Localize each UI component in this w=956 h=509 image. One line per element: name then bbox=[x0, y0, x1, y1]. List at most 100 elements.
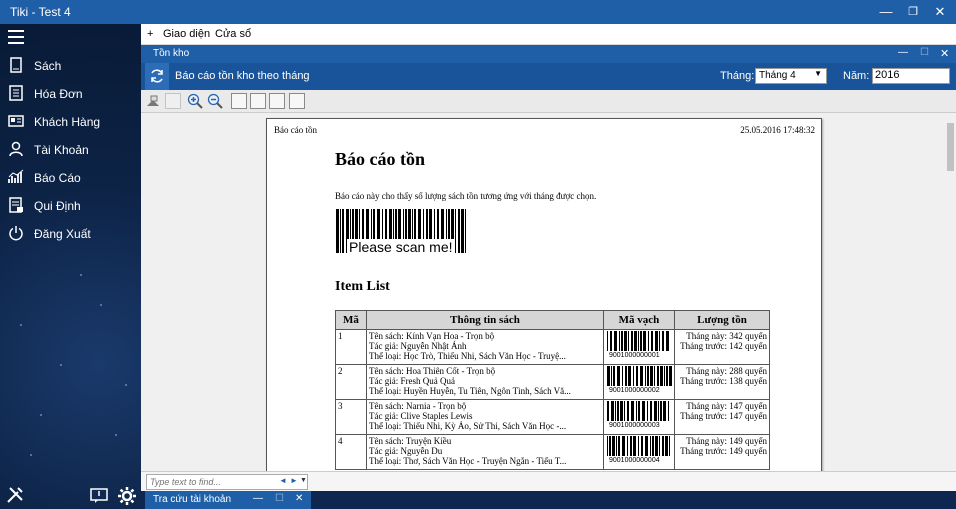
cell-thong-tin: Tên sách: Truyện Kiều Tác giả: Nguyễn Du T… bbox=[366, 434, 604, 470]
sidebar-item-hoa-don[interactable]: Hóa Đơn bbox=[0, 81, 141, 107]
table-row: 2 Tên sách: Hoa Thiên Cốt - Trọn bộ Tác g… bbox=[335, 364, 770, 400]
row-barcode: 9001000000003 bbox=[606, 401, 672, 431]
cell-thong-tin: Tên sách: Narnia - Trọn bộ Tác giả: Clive… bbox=[366, 399, 604, 435]
report-viewer[interactable]: Báo cáo tồn 25.05.2016 17:48:32 Báo cáo … bbox=[141, 113, 945, 471]
sidebar-item-label: Sách bbox=[34, 59, 62, 73]
scrollbar-thumb[interactable] bbox=[947, 123, 954, 171]
feedback-icon[interactable] bbox=[90, 488, 108, 504]
table-header-row: Mã Thông tin sách Mã vạch Lượng tồn bbox=[335, 310, 770, 330]
table-row: 3 Tên sách: Narnia - Trọn bộ Tác giả: Cli… bbox=[335, 399, 770, 435]
tools-icon[interactable] bbox=[6, 486, 24, 504]
find-options-icon[interactable]: ▼ bbox=[300, 477, 307, 484]
book-author: Tác giả: Clive Staples Lewis bbox=[369, 411, 473, 421]
sidebar-item-bao-cao[interactable]: Báo Cáo bbox=[0, 165, 141, 191]
zoom-in-icon[interactable] bbox=[187, 93, 203, 109]
cell-ma: 3 bbox=[335, 399, 367, 435]
cell-ma-vach: 9001000000003 bbox=[603, 399, 675, 435]
barcode-number: 9001000000003 bbox=[609, 422, 660, 429]
report-toolbar bbox=[141, 90, 956, 113]
barcode-number: 9001000000004 bbox=[609, 457, 660, 464]
export-icon[interactable] bbox=[165, 93, 181, 109]
gear-icon[interactable] bbox=[117, 486, 137, 506]
two-page-view-icon[interactable] bbox=[269, 93, 285, 109]
menu-add[interactable]: + bbox=[147, 28, 153, 40]
column-header-ma: Mã bbox=[335, 310, 367, 330]
sidebar-item-label: Đăng Xuất bbox=[34, 227, 91, 241]
sidebar-item-qui-dinh[interactable]: Qui Định bbox=[0, 193, 141, 219]
book-author: Tác giả: Nguyễn Nhật Ánh bbox=[369, 341, 467, 351]
stock-last-month: Tháng trước: 138 quyển bbox=[680, 376, 767, 386]
find-next-icon[interactable]: ► bbox=[290, 476, 298, 485]
document-window-titlebar: Tồn kho — ☐ ✕ bbox=[141, 45, 956, 63]
cell-ma-vach: 9001000000001 bbox=[603, 329, 675, 365]
cell-luong-ton: Tháng này: 342 quyển Tháng trước: 142 quy… bbox=[674, 329, 770, 365]
doc-close-button[interactable]: ✕ bbox=[940, 47, 949, 60]
refresh-icon bbox=[151, 69, 163, 83]
stock-last-month: Tháng trước: 142 quyển bbox=[680, 341, 767, 351]
id-card-icon bbox=[8, 115, 24, 127]
hamburger-menu-icon[interactable] bbox=[8, 30, 24, 44]
month-label: Tháng: bbox=[720, 70, 755, 82]
find-box: ◄ ► ▼ bbox=[146, 474, 308, 490]
tab-restore-button[interactable]: ☐ bbox=[275, 493, 284, 504]
report-ribbon: Báo cáo tồn kho theo tháng Tháng: Tháng … bbox=[141, 63, 956, 90]
chevron-down-icon: ▼ bbox=[814, 69, 822, 78]
cell-luong-ton: Tháng này: 149 quyển Tháng trước: 149 quy… bbox=[674, 434, 770, 470]
stock-last-month: Tháng trước: 147 quyển bbox=[680, 411, 767, 421]
cell-thong-tin: Tên sách: Hoa Thiên Cốt - Trọn bộ Tác giả… bbox=[366, 364, 604, 400]
page-header-timestamp: 25.05.2016 17:48:32 bbox=[740, 125, 815, 135]
print-icon[interactable] bbox=[145, 94, 161, 108]
barcode-caption: Please scan me! bbox=[347, 239, 455, 255]
book-name: Tên sách: Truyện Kiều bbox=[369, 436, 452, 446]
item-list-heading: Item List bbox=[335, 279, 390, 294]
barcode-number: 9001000000002 bbox=[609, 387, 660, 394]
chart-icon bbox=[8, 169, 24, 183]
fit-page-view-icon[interactable] bbox=[289, 93, 305, 109]
book-name: Tên sách: Hoa Thiên Cốt - Trọn bộ bbox=[369, 366, 496, 376]
cell-ma-vach: 9001000000002 bbox=[603, 364, 675, 400]
book-name: Tên sách: Kính Vạn Hoa - Trọn bộ bbox=[369, 331, 495, 341]
month-select[interactable]: Tháng 4 ▼ bbox=[755, 68, 827, 84]
tab-close-button[interactable]: ✕ bbox=[295, 493, 303, 504]
find-prev-icon[interactable]: ◄ bbox=[279, 476, 287, 485]
menu-giao-dien[interactable]: Giao diện bbox=[163, 28, 210, 40]
column-header-ma-vach: Mã vạch bbox=[603, 310, 675, 330]
power-icon bbox=[9, 226, 23, 241]
item-table: Mã Thông tin sách Mã vạch Lượng tồn 1 Tê… bbox=[335, 310, 770, 470]
sidebar-item-sach[interactable]: Sách bbox=[0, 53, 141, 79]
vertical-scrollbar[interactable] bbox=[945, 113, 956, 471]
sidebar-item-label: Báo Cáo bbox=[34, 171, 81, 185]
year-input[interactable]: 2016 bbox=[872, 68, 950, 84]
row-barcode-image bbox=[607, 331, 669, 351]
page-width-view-icon[interactable] bbox=[250, 93, 266, 109]
tab-tra-cuu-tai-khoan[interactable]: Tra cứu tài khoản — ☐ ✕ bbox=[145, 491, 311, 509]
close-button[interactable]: ✕ bbox=[930, 2, 950, 22]
cell-luong-ton: Tháng này: 147 quyển Tháng trước: 147 quy… bbox=[674, 399, 770, 435]
zoom-out-icon[interactable] bbox=[207, 93, 223, 109]
minimize-button[interactable]: — bbox=[876, 2, 896, 22]
sidebar-item-khach-hang[interactable]: Khách Hàng bbox=[0, 109, 141, 135]
doc-restore-button[interactable]: ☐ bbox=[920, 47, 929, 58]
restore-button[interactable]: ❐ bbox=[903, 2, 923, 22]
stock-this-month: Tháng này: 149 quyển bbox=[686, 436, 767, 446]
sidebar-item-dang-xuat[interactable]: Đăng Xuất bbox=[0, 221, 141, 247]
stock-this-month: Tháng này: 342 quyển bbox=[686, 331, 767, 341]
book-genre: Thể loại: Học Trò, Thiếu Nhi, Sách Văn H… bbox=[369, 351, 566, 361]
menu-cua-so[interactable]: Cửa sổ bbox=[215, 28, 251, 40]
book-genre: Thể loại: Thơ, Sách Văn Học - Truyện Ngắ… bbox=[369, 456, 567, 466]
stock-last-month: Tháng trước: 149 quyển bbox=[680, 446, 767, 456]
barcode-number: 9001000000001 bbox=[609, 352, 660, 359]
document-window-title: Tồn kho bbox=[153, 48, 190, 59]
report-title: Báo cáo tồn kho theo tháng bbox=[175, 70, 310, 82]
single-page-view-icon[interactable] bbox=[231, 93, 247, 109]
book-genre: Thể loại: Huyền Huyễn, Tu Tiên, Ngôn Tìn… bbox=[369, 386, 571, 396]
refresh-button[interactable] bbox=[145, 63, 169, 90]
sidebar-bottom-bar bbox=[0, 482, 141, 509]
doc-minimize-button[interactable]: — bbox=[898, 47, 908, 58]
sidebar-item-tai-khoan[interactable]: Tài Khoản bbox=[0, 137, 141, 163]
report-description: Báo cáo này cho thấy số lượng sách tồn t… bbox=[335, 191, 597, 201]
invoice-icon bbox=[9, 85, 23, 101]
tab-minimize-button[interactable]: — bbox=[253, 493, 263, 504]
find-input[interactable] bbox=[147, 475, 273, 489]
report-barcode: Please scan me! bbox=[335, 209, 469, 255]
